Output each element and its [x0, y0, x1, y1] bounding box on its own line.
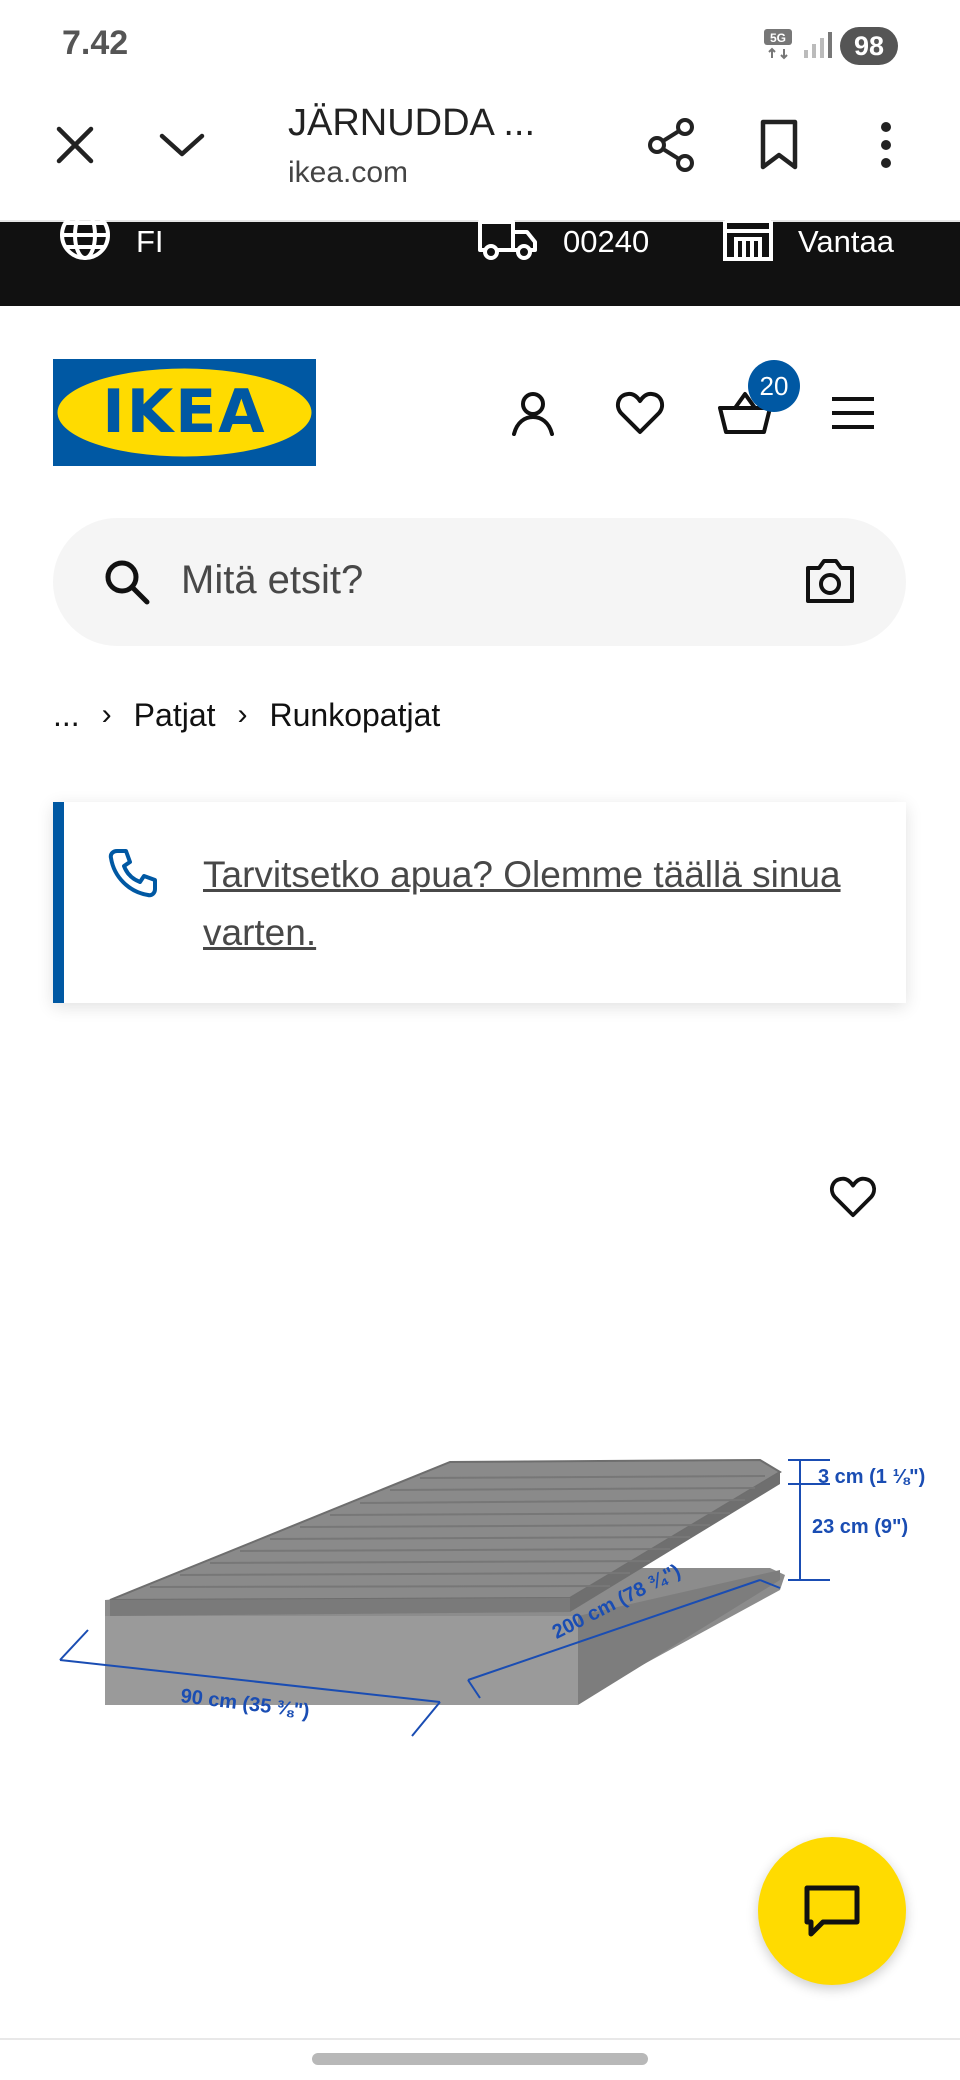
- breadcrumb-item-runkopatjat[interactable]: Runkopatjat: [270, 697, 441, 734]
- home-indicator[interactable]: [312, 2053, 648, 2065]
- store-selector[interactable]: Vantaa: [722, 219, 894, 262]
- bookmark-icon[interactable]: [751, 117, 807, 173]
- svg-text:IKEA: IKEA: [102, 377, 266, 447]
- menu-icon[interactable]: [822, 382, 884, 444]
- battery-indicator: 98: [840, 27, 898, 65]
- phone-icon: [108, 849, 157, 898]
- search-icon: [105, 560, 150, 605]
- status-bar: 7.42 5G 98: [0, 0, 960, 90]
- breadcrumb: ... › Patjat › Runkopatjat: [53, 690, 440, 740]
- language-selector[interactable]: FI: [58, 210, 164, 262]
- page-url[interactable]: ikea.com: [288, 156, 408, 190]
- share-icon[interactable]: [643, 117, 699, 173]
- network-5g-icon: 5G: [764, 29, 792, 60]
- breadcrumb-separator-icon: ›: [237, 698, 248, 731]
- bottom-divider: [0, 2038, 960, 2040]
- more-options-icon[interactable]: [858, 117, 914, 173]
- breadcrumb-ellipsis[interactable]: ...: [53, 697, 80, 734]
- product-favorite-icon[interactable]: [824, 1168, 882, 1226]
- chevron-down-icon[interactable]: [154, 117, 210, 173]
- ikea-logo[interactable]: IKEA: [53, 359, 316, 466]
- search-placeholder: Mitä etsit?: [181, 558, 364, 602]
- dimension-topper-height: 3 cm (1 ⅛"): [818, 1466, 925, 1488]
- product-image: 3 cm (1 ⅛") 23 cm (9") 200 cm (78 ¾") 90…: [59, 1458, 925, 1737]
- camera-icon[interactable]: [805, 558, 855, 604]
- svg-text:5G: 5G: [770, 31, 786, 45]
- store-label: Vantaa: [798, 224, 894, 259]
- store-icon: [723, 219, 773, 261]
- cart-count-badge: 20: [748, 360, 800, 412]
- search-input[interactable]: Mitä etsit?: [53, 518, 906, 646]
- postal-code-label: 00240: [563, 224, 650, 259]
- wishlist-icon[interactable]: [609, 382, 671, 444]
- help-card: Tarvitsetko apua? Olemme täällä sinua va…: [53, 802, 906, 1003]
- dimension-mattress-height: 23 cm (9"): [812, 1516, 908, 1538]
- account-icon[interactable]: [502, 382, 564, 444]
- page-title[interactable]: JÄRNUDDA ...: [288, 102, 535, 145]
- chat-icon: [804, 1885, 860, 1937]
- close-icon[interactable]: [47, 117, 103, 173]
- delivery-postal-code[interactable]: 00240: [477, 220, 650, 262]
- truck-icon: [478, 220, 537, 260]
- browser-toolbar: JÄRNUDDA ... ikea.com: [0, 90, 960, 222]
- location-strip: FI 00240 Vantaa: [0, 210, 960, 306]
- signal-icon: [804, 32, 832, 58]
- breadcrumb-separator-icon: ›: [101, 698, 112, 731]
- breadcrumb-item-patjat[interactable]: Patjat: [134, 697, 216, 734]
- help-link[interactable]: Tarvitsetko apua? Olemme täällä sinua va…: [203, 846, 893, 962]
- globe-icon: [60, 210, 110, 260]
- language-label: FI: [136, 224, 164, 259]
- chat-button[interactable]: [758, 1837, 906, 1985]
- status-time: 7.42: [62, 24, 129, 62]
